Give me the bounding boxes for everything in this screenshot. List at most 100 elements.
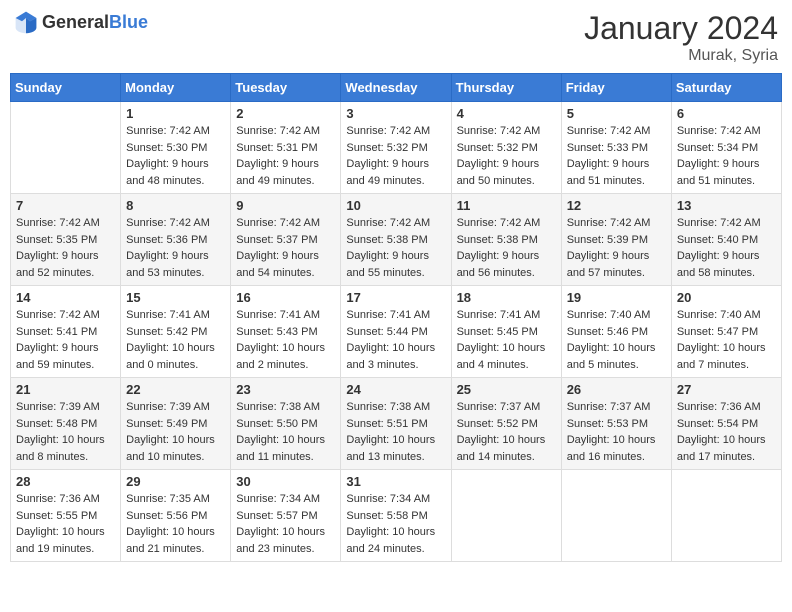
day-info: Sunrise: 7:42 AMSunset: 5:41 PMDaylight:… (16, 307, 115, 373)
calendar-cell: 3Sunrise: 7:42 AMSunset: 5:32 PMDaylight… (341, 102, 451, 194)
daylight-text: Daylight: 9 hours and 55 minutes. (346, 250, 429, 279)
day-number: 6 (677, 106, 776, 121)
sunrise-text: Sunrise: 7:42 AM (126, 125, 210, 137)
sunrise-text: Sunrise: 7:36 AM (16, 493, 100, 505)
sunset-text: Sunset: 5:34 PM (677, 142, 758, 154)
daylight-text: Daylight: 10 hours and 11 minutes. (236, 434, 325, 463)
daylight-text: Daylight: 10 hours and 14 minutes. (457, 434, 546, 463)
day-number: 5 (567, 106, 666, 121)
calendar-week-row: 7 Sunrise: 7:42 AM Sunset: 5:35 PM Daylight… (11, 194, 782, 286)
day-info: Sunrise: 7:38 AMSunset: 5:51 PMDaylight:… (346, 399, 445, 465)
daylight-text: Daylight: 9 hours and 50 minutes. (457, 158, 540, 187)
calendar-cell: 10Sunrise: 7:42 AMSunset: 5:38 PMDayligh… (341, 194, 451, 286)
calendar-cell: 7 Sunrise: 7:42 AM Sunset: 5:35 PM Daylight… (11, 194, 121, 286)
day-number: 29 (126, 474, 225, 489)
day-number: 18 (457, 290, 556, 305)
day-info: Sunrise: 7:42 AMSunset: 5:37 PMDaylight:… (236, 215, 335, 281)
sunset-text: Sunset: 5:47 PM (677, 326, 758, 338)
daylight-text: Daylight: 10 hours and 10 minutes. (126, 434, 215, 463)
day-info: Sunrise: 7:41 AM Sunset: 5:45 PM Daylight:… (457, 307, 556, 373)
sunset-text: Sunset: 5:35 PM (16, 234, 97, 246)
calendar-cell: 29Sunrise: 7:35 AMSunset: 5:56 PMDayligh… (121, 470, 231, 562)
daylight-text: Daylight: 9 hours and 56 minutes. (457, 250, 540, 279)
sunrise-text: Sunrise: 7:42 AM (346, 217, 430, 229)
calendar-cell (561, 470, 671, 562)
weekday-header-sunday: Sunday (11, 74, 121, 102)
location: Murak, Syria (584, 47, 778, 65)
logo-general: General (42, 12, 109, 32)
calendar-cell: 19 Sunrise: 7:40 AMSunset: 5:46 PMDayligh… (561, 286, 671, 378)
calendar-cell: 25Sunrise: 7:37 AMSunset: 5:52 PMDayligh… (451, 378, 561, 470)
daylight-text: Daylight: 10 hours and 23 minutes. (236, 526, 325, 555)
sunrise-text: Sunrise: 7:42 AM (677, 125, 761, 137)
calendar-cell (451, 470, 561, 562)
calendar-cell (11, 102, 121, 194)
weekday-header-saturday: Saturday (671, 74, 781, 102)
day-number: 7 (16, 198, 115, 213)
daylight-text: Daylight: 10 hours and 0 minutes. (126, 342, 215, 371)
daylight-text: Daylight: 10 hours and 19 minutes. (16, 526, 105, 555)
day-info: Sunrise: 7:42 AMSunset: 5:40 PMDaylight:… (677, 215, 776, 281)
sunset-text: Sunset: 5:32 PM (457, 142, 538, 154)
calendar-week-row: 21Sunrise: 7:39 AMSunset: 5:48 PMDayligh… (11, 378, 782, 470)
daylight-text: Daylight: 9 hours and 52 minutes. (16, 250, 99, 279)
daylight-text: Daylight: 10 hours and 17 minutes. (677, 434, 766, 463)
day-number: 27 (677, 382, 776, 397)
day-number: 20 (677, 290, 776, 305)
sunrise-text: Sunrise: 7:41 AM (126, 309, 210, 321)
sunset-text: Sunset: 5:33 PM (567, 142, 648, 154)
sunrise-text: Sunrise: 7:41 AM (457, 309, 541, 321)
sunrise-text: Sunrise: 7:39 AM (126, 401, 210, 413)
daylight-text: Daylight: 10 hours and 5 minutes. (567, 342, 656, 371)
sunset-text: Sunset: 5:57 PM (236, 510, 317, 522)
calendar-cell: 15Sunrise: 7:41 AMSunset: 5:42 PMDayligh… (121, 286, 231, 378)
day-number: 19 (567, 290, 666, 305)
sunrise-text: Sunrise: 7:35 AM (126, 493, 210, 505)
month-year: January 2024 (584, 10, 778, 47)
sunset-text: Sunset: 5:44 PM (346, 326, 427, 338)
day-number: 12 (567, 198, 666, 213)
day-number: 26 (567, 382, 666, 397)
calendar-cell: 18 Sunrise: 7:41 AM Sunset: 5:45 PM Dayligh… (451, 286, 561, 378)
daylight-text: Daylight: 9 hours and 53 minutes. (126, 250, 209, 279)
sunset-text: Sunset: 5:38 PM (457, 234, 538, 246)
calendar-cell: 9Sunrise: 7:42 AMSunset: 5:37 PMDaylight… (231, 194, 341, 286)
sunrise-text: Sunrise: 7:37 AM (457, 401, 541, 413)
calendar-cell (671, 470, 781, 562)
daylight-text: Daylight: 10 hours and 16 minutes. (567, 434, 656, 463)
calendar-cell: 26Sunrise: 7:37 AMSunset: 5:53 PMDayligh… (561, 378, 671, 470)
calendar-cell: 23 Sunrise: 7:38 AMSunset: 5:50 PMDayligh… (231, 378, 341, 470)
day-info: Sunrise: 7:40 AMSunset: 5:46 PMDaylight:… (567, 307, 666, 373)
calendar-cell: 8Sunrise: 7:42 AMSunset: 5:36 PMDaylight… (121, 194, 231, 286)
day-info: Sunrise: 7:42 AMSunset: 5:34 PMDaylight:… (677, 123, 776, 189)
sunset-text: Sunset: 5:58 PM (346, 510, 427, 522)
daylight-text: Daylight: 10 hours and 4 minutes. (457, 342, 546, 371)
day-number: 3 (346, 106, 445, 121)
calendar-cell: 12Sunrise: 7:42 AMSunset: 5:39 PMDayligh… (561, 194, 671, 286)
sunset-text: Sunset: 5:55 PM (16, 510, 97, 522)
daylight-text: Daylight: 10 hours and 24 minutes. (346, 526, 435, 555)
calendar-cell: 1Sunrise: 7:42 AMSunset: 5:30 PMDaylight… (121, 102, 231, 194)
day-info: Sunrise: 7:42 AMSunset: 5:31 PMDaylight:… (236, 123, 335, 189)
day-info: Sunrise: 7:38 AMSunset: 5:50 PMDaylight:… (236, 399, 335, 465)
day-info: Sunrise: 7:34 AMSunset: 5:57 PMDaylight:… (236, 491, 335, 557)
sunset-text: Sunset: 5:41 PM (16, 326, 97, 338)
logo-text: GeneralBlue (42, 12, 148, 33)
weekday-header-thursday: Thursday (451, 74, 561, 102)
day-number: 10 (346, 198, 445, 213)
day-number: 16 (236, 290, 335, 305)
daylight-text: Daylight: 10 hours and 7 minutes. (677, 342, 766, 371)
sunset-text: Sunset: 5:31 PM (236, 142, 317, 154)
day-info: Sunrise: 7:39 AMSunset: 5:48 PMDaylight:… (16, 399, 115, 465)
daylight-text: Daylight: 10 hours and 21 minutes. (126, 526, 215, 555)
sunrise-text: Sunrise: 7:42 AM (567, 125, 651, 137)
day-number: 1 (126, 106, 225, 121)
day-info: Sunrise: 7:39 AMSunset: 5:49 PMDaylight:… (126, 399, 225, 465)
sunrise-text: Sunrise: 7:42 AM (457, 217, 541, 229)
sunset-text: Sunset: 5:45 PM (457, 326, 538, 338)
sunset-text: Sunset: 5:43 PM (236, 326, 317, 338)
title-area: January 2024 Murak, Syria (584, 10, 778, 65)
day-number: 23 (236, 382, 335, 397)
sunrise-text: Sunrise: 7:42 AM (236, 125, 320, 137)
sunrise-text: Sunrise: 7:42 AM (16, 217, 100, 229)
